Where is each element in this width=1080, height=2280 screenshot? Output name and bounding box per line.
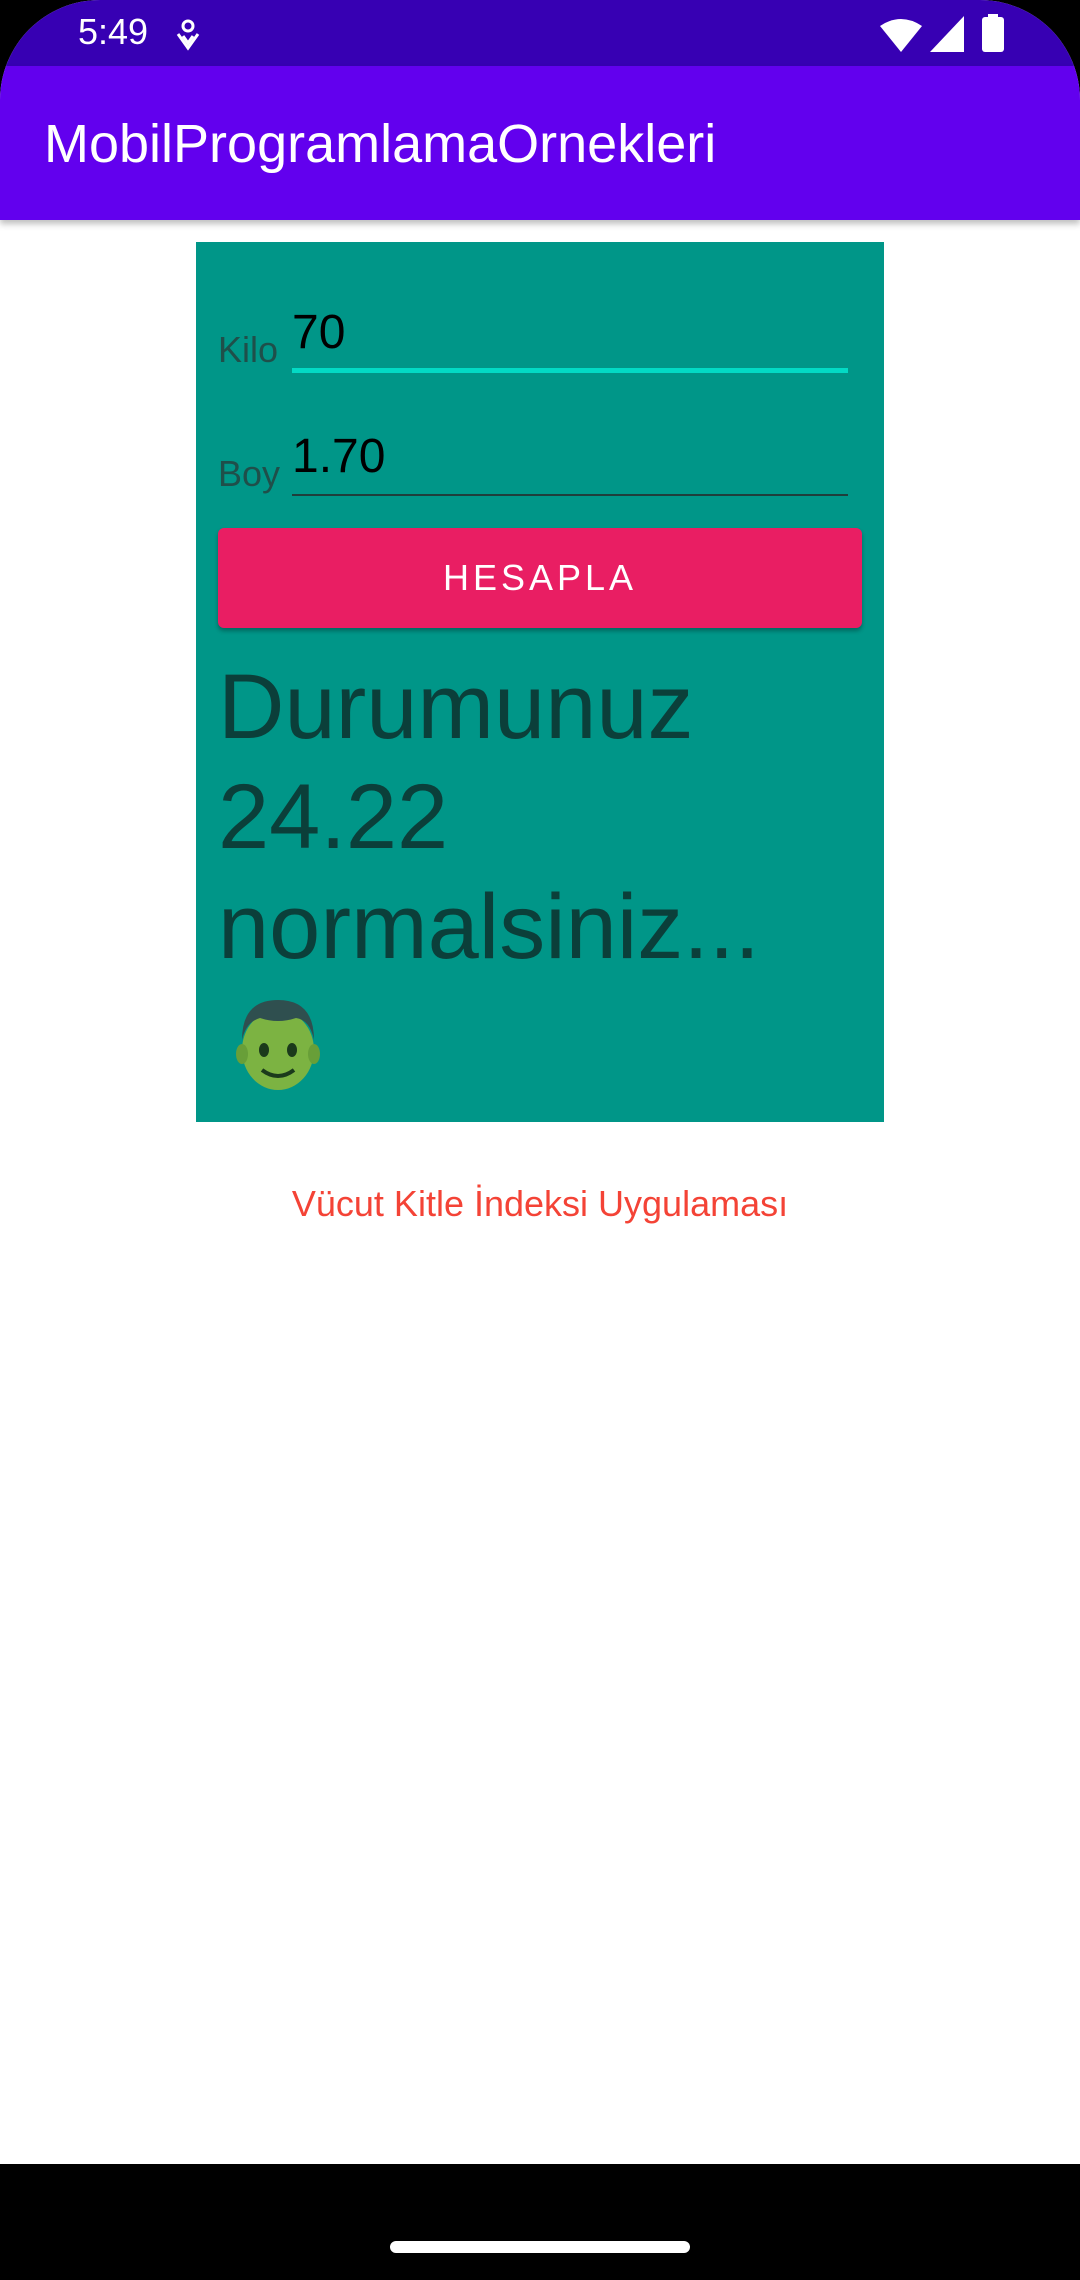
app-title: MobilProgramlamaOrnekleri — [44, 114, 717, 174]
app-bar: MobilProgramlamaOrnekleri — [0, 66, 1080, 220]
kilo-field-row: Kilo — [218, 288, 848, 378]
boy-field-row: Boy — [218, 412, 848, 502]
wifi-icon — [880, 19, 922, 52]
boy-input[interactable] — [292, 426, 848, 486]
app-screen: 5:49 MobilProgramlamaOrnekleri Kilo Boy — [0, 0, 1080, 2280]
result-text: Durumunuz 24.22 normalsiniz... — [218, 656, 760, 978]
battery-icon — [982, 14, 1004, 52]
navigation-bar — [0, 2164, 1080, 2280]
kilo-label: Kilo — [218, 329, 279, 370]
boy-input-underline — [292, 494, 848, 496]
home-handle[interactable] — [390, 2241, 690, 2253]
signal-icon — [930, 16, 964, 52]
calculate-button[interactable]: HESAPLA — [218, 528, 862, 628]
status-bar: 5:49 — [0, 0, 1080, 66]
status-time: 5:49 — [78, 11, 149, 52]
kilo-input[interactable] — [292, 302, 848, 362]
boy-label: Boy — [218, 453, 281, 494]
footer-caption: Vücut Kitle İndeksi Uygulaması — [291, 1183, 789, 1224]
bmi-panel: Kilo Boy HESAPLA Durumunuz 24.22 normals… — [196, 242, 884, 1122]
kilo-input-underline — [292, 368, 848, 373]
man-face-emoji-icon — [236, 1000, 320, 1090]
notification-icon — [176, 19, 200, 51]
